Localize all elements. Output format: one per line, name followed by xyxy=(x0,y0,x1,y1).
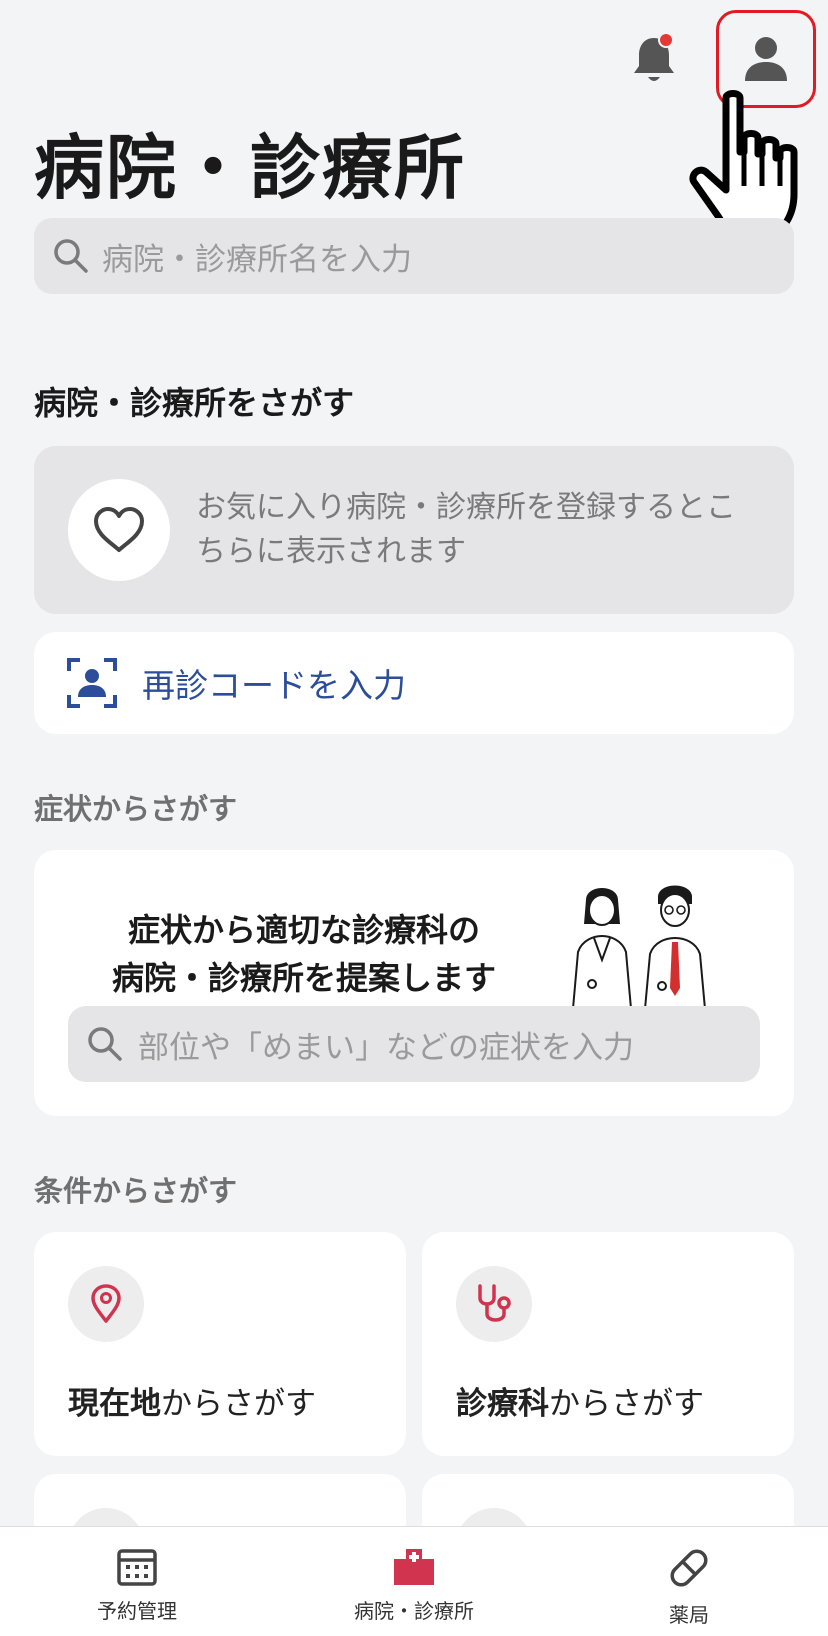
revisit-code-button[interactable]: 再診コードを入力 xyxy=(34,632,794,734)
location-pin-icon xyxy=(91,1284,121,1323)
symptom-card-line2: 病院・診療所を提案します xyxy=(111,959,496,997)
favorites-empty-card: お気に入り病院・診療所を登録するとこちらに表示されます xyxy=(34,446,794,614)
symptom-search-card: 症状から適切な診療科の 病院・診療所を提案します 部位や「めまい」などの症状を入… xyxy=(34,850,794,1116)
favorites-empty-text: お気に入り病院・診療所を登録するとこちらに表示されます xyxy=(196,490,736,569)
search-icon xyxy=(54,239,88,273)
bottom-navigation: 予約管理 病院・診療所 薬局 xyxy=(0,1526,828,1636)
symptom-search-input[interactable]: 部位や「めまい」などの症状を入力 xyxy=(68,1006,760,1082)
nav-item-pharmacy[interactable]: 薬局 xyxy=(589,1545,789,1628)
revisit-code-label: 再診コードを入力 xyxy=(142,666,406,705)
nav-item-hospitals[interactable]: 病院・診療所 xyxy=(314,1545,514,1624)
page-title: 病院・診療所 xyxy=(34,127,466,209)
hospital-search-screen: 病院・診療所 病院・診療所名を入力 病院・診療所をさがす お気に入り病院・診療所… xyxy=(0,0,828,1636)
search-icon xyxy=(88,1027,122,1061)
face-scan-icon xyxy=(67,658,117,708)
search-placeholder: 病院・診療所名を入力 xyxy=(102,241,412,278)
heart-icon xyxy=(94,507,144,552)
symptom-card-line1: 症状から適切な診療科の xyxy=(127,911,480,949)
search-by-location-button[interactable]: 現在地からさがす xyxy=(34,1232,406,1456)
stethoscope-icon xyxy=(478,1284,511,1322)
nav-label-pharmacy: 薬局 xyxy=(669,1603,709,1627)
pill-icon xyxy=(670,1549,708,1587)
search-by-department-button[interactable]: 診療科からさがす xyxy=(422,1232,794,1456)
department-search-label: 診療科からさがす xyxy=(456,1386,704,1422)
condition-section-title: 条件からさがす xyxy=(34,1174,238,1208)
location-icon-wrapper xyxy=(68,1266,144,1342)
doctors-illustration xyxy=(570,885,708,1020)
nav-label-reservations: 予約管理 xyxy=(97,1599,177,1623)
nav-label-hospitals: 病院・診療所 xyxy=(354,1599,474,1623)
calendar-icon xyxy=(117,1549,157,1586)
notification-button[interactable] xyxy=(622,28,686,92)
symptom-search-placeholder: 部位や「めまい」などの症状を入力 xyxy=(138,1029,634,1066)
hospital-icon xyxy=(394,1549,434,1585)
find-section-title: 病院・診療所をさがす xyxy=(34,384,355,422)
nav-item-reservations[interactable]: 予約管理 xyxy=(37,1545,237,1624)
favorite-icon-wrapper xyxy=(68,479,170,581)
hospital-search-input[interactable]: 病院・診療所名を入力 xyxy=(34,218,794,294)
stethoscope-icon-wrapper xyxy=(456,1266,532,1342)
symptom-card-text: 症状から適切な診療科の 病院・診療所を提案します xyxy=(84,906,524,1002)
symptom-section-title: 症状からさがす xyxy=(34,792,238,826)
unread-badge xyxy=(658,32,674,48)
person-icon xyxy=(745,37,787,81)
location-search-label: 現在地からさがす xyxy=(68,1386,316,1422)
